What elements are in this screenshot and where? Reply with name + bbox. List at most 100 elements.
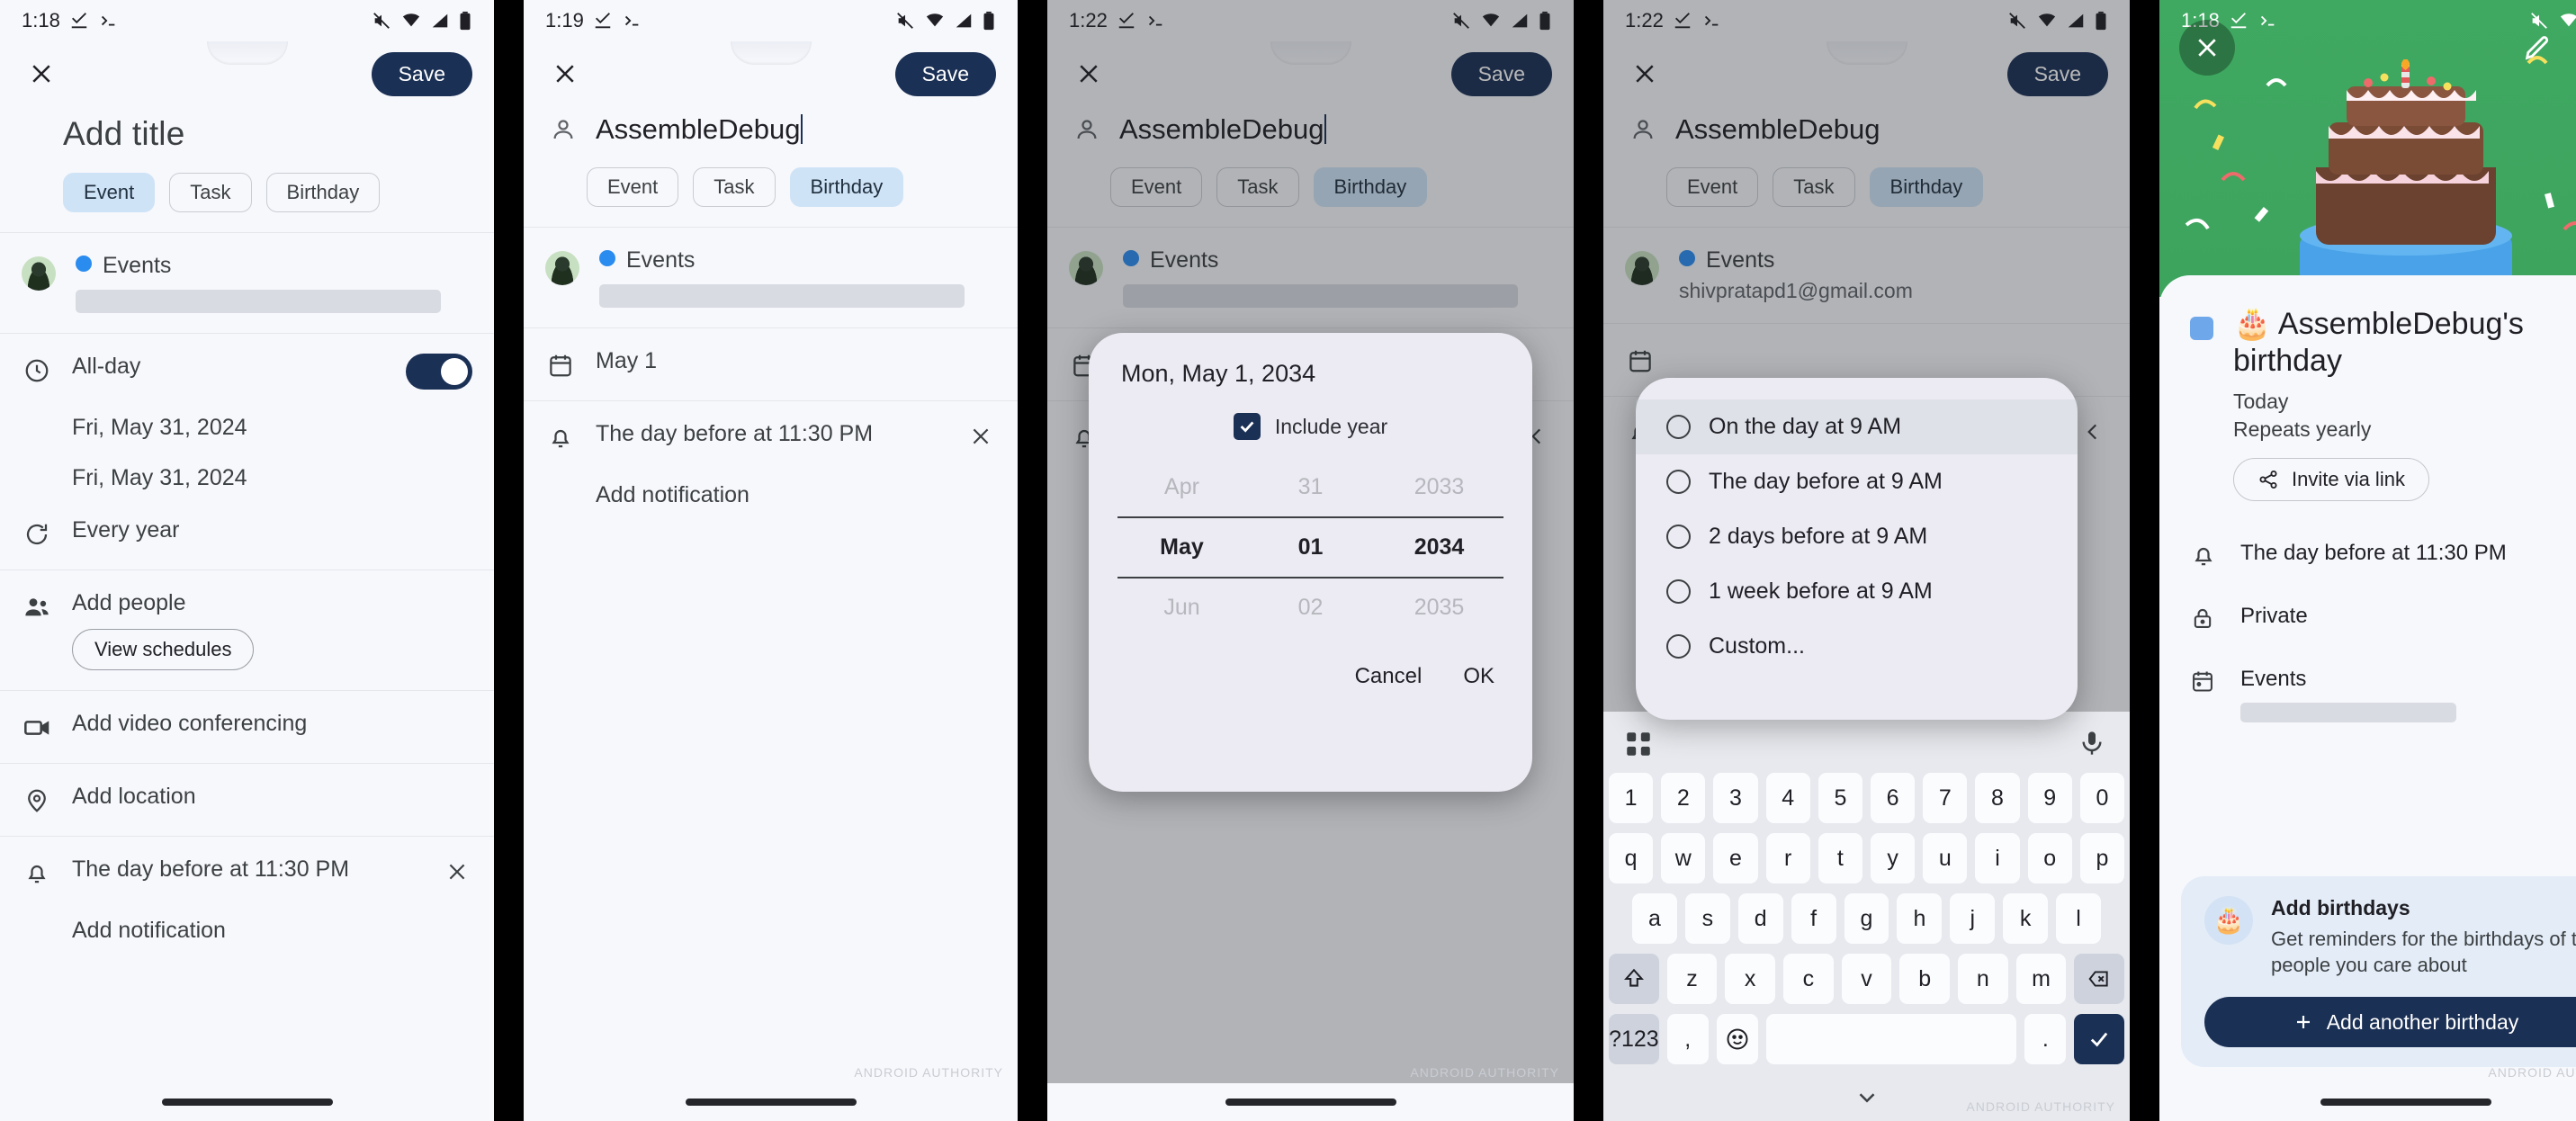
notification-option-on-the-day[interactable]: On the day at 9 AM: [1636, 399, 2078, 454]
home-indicator[interactable]: [1225, 1099, 1396, 1106]
radio-button[interactable]: [1666, 634, 1691, 659]
key-t[interactable]: t: [1818, 833, 1862, 883]
radio-button[interactable]: [1666, 525, 1691, 549]
all-day-row[interactable]: All-day: [0, 334, 494, 409]
include-year-checkbox[interactable]: [1233, 413, 1261, 440]
key-f[interactable]: f: [1791, 893, 1836, 944]
space-key[interactable]: [1765, 1014, 2017, 1064]
key-c[interactable]: c: [1783, 954, 1834, 1004]
event-calendar-row[interactable]: Events: [2190, 650, 2576, 739]
calendar-row[interactable]: Events: [0, 233, 494, 333]
qr-scan-icon[interactable]: [1623, 729, 1656, 761]
key-m[interactable]: m: [2015, 954, 2067, 1004]
key-x[interactable]: x: [1725, 954, 1775, 1004]
radio-button[interactable]: [1666, 415, 1691, 439]
notification-option-custom[interactable]: Custom...: [1636, 619, 2078, 674]
start-date-row[interactable]: Fri, May 31, 2024: [0, 409, 494, 456]
date-row[interactable]: May 1: [524, 328, 1018, 400]
recurrence-row[interactable]: Every year: [0, 508, 494, 569]
notification-option-2-days-before[interactable]: 2 days before at 9 AM: [1636, 509, 2078, 564]
year-spinner[interactable]: 2033 2034 2035: [1375, 458, 1503, 637]
save-button[interactable]: Save: [371, 51, 472, 96]
key-d[interactable]: d: [1737, 893, 1783, 944]
event-visibility-row[interactable]: Private: [2190, 587, 2576, 650]
shift-icon[interactable]: [1608, 954, 1659, 1004]
chip-birthday[interactable]: Birthday: [789, 167, 904, 207]
key-z[interactable]: z: [1666, 954, 1718, 1004]
chip-task[interactable]: Task: [693, 167, 776, 207]
view-schedules-button[interactable]: View schedules: [72, 629, 255, 670]
close-icon[interactable]: [545, 54, 585, 94]
event-notification-row[interactable]: The day before at 11:30 PM: [2190, 525, 2576, 587]
add-another-birthday-button[interactable]: Add another birthday: [2204, 997, 2576, 1047]
key-4[interactable]: 4: [1765, 773, 1810, 823]
key-p[interactable]: p: [2079, 833, 2125, 883]
save-button[interactable]: Save: [894, 51, 996, 96]
key-7[interactable]: 7: [1923, 773, 1968, 823]
key-q[interactable]: q: [1608, 833, 1654, 883]
title-input-wrap[interactable]: AssembleDebug: [596, 113, 803, 146]
key-u[interactable]: u: [1923, 833, 1968, 883]
radio-button[interactable]: [1666, 470, 1691, 494]
key-9[interactable]: 9: [2027, 773, 2072, 823]
key-v[interactable]: v: [1841, 954, 1892, 1004]
key-j[interactable]: j: [1950, 893, 1996, 944]
key-b[interactable]: b: [1899, 954, 1951, 1004]
people-row[interactable]: Add people View schedules: [0, 570, 494, 690]
period-key[interactable]: .: [2024, 1014, 2067, 1064]
end-date-row[interactable]: Fri, May 31, 2024: [0, 456, 494, 508]
chip-event[interactable]: Event: [587, 167, 679, 207]
microphone-icon[interactable]: [2078, 729, 2110, 761]
cancel-button[interactable]: Cancel: [1355, 664, 1423, 689]
key-1[interactable]: 1: [1608, 773, 1654, 823]
key-o[interactable]: o: [2027, 833, 2072, 883]
symbols-key[interactable]: ?123: [1609, 1014, 1659, 1064]
title-placeholder[interactable]: Add title: [63, 115, 472, 153]
key-l[interactable]: l: [2056, 893, 2102, 944]
month-spinner[interactable]: Apr May Jun: [1117, 458, 1246, 637]
remove-notification-icon[interactable]: [965, 421, 996, 452]
home-indicator[interactable]: [161, 1099, 333, 1106]
radio-button[interactable]: [1666, 579, 1691, 604]
key-h[interactable]: h: [1897, 893, 1943, 944]
key-k[interactable]: k: [2003, 893, 2049, 944]
key-5[interactable]: 5: [1818, 773, 1862, 823]
notification-row[interactable]: The day before at 11:30 PM: [524, 401, 1018, 473]
close-icon[interactable]: [22, 54, 61, 94]
comma-key[interactable]: ,: [1666, 1014, 1709, 1064]
key-w[interactable]: w: [1661, 833, 1706, 883]
location-row[interactable]: Add location: [0, 764, 494, 836]
all-day-toggle[interactable]: [406, 354, 472, 390]
video-conferencing-row[interactable]: Add video conferencing: [0, 691, 494, 763]
chip-event[interactable]: Event: [63, 173, 156, 212]
notification-option-day-before[interactable]: The day before at 9 AM: [1636, 454, 2078, 509]
emoji-icon[interactable]: [1716, 1014, 1758, 1064]
key-e[interactable]: e: [1713, 833, 1758, 883]
enter-key[interactable]: [2074, 1014, 2125, 1064]
notification-option-1-week-before[interactable]: 1 week before at 9 AM: [1636, 564, 2078, 619]
add-notification-button[interactable]: Add notification: [524, 473, 1018, 528]
invite-via-link-button[interactable]: Invite via link: [2233, 457, 2429, 501]
key-0[interactable]: 0: [2079, 773, 2125, 823]
ok-button[interactable]: OK: [1463, 664, 1494, 689]
key-n[interactable]: n: [1958, 954, 2008, 1004]
key-s[interactable]: s: [1684, 893, 1730, 944]
key-a[interactable]: a: [1632, 893, 1677, 944]
home-indicator[interactable]: [685, 1099, 857, 1106]
home-indicator[interactable]: [2320, 1099, 2491, 1106]
include-year-row[interactable]: Include year: [1089, 413, 1532, 440]
chip-task[interactable]: Task: [169, 173, 252, 212]
close-button[interactable]: [2179, 20, 2235, 76]
key-6[interactable]: 6: [1871, 773, 1916, 823]
calendar-row[interactable]: Events: [524, 228, 1018, 327]
chip-birthday[interactable]: Birthday: [265, 173, 381, 212]
key-8[interactable]: 8: [1975, 773, 2020, 823]
add-notification-button[interactable]: Add notification: [0, 909, 494, 964]
chevron-down-icon[interactable]: [1853, 1084, 1880, 1111]
backspace-icon[interactable]: [2074, 954, 2125, 1004]
key-g[interactable]: g: [1844, 893, 1889, 944]
notification-row[interactable]: The day before at 11:30 PM: [0, 837, 494, 909]
remove-notification-icon[interactable]: [442, 856, 472, 887]
key-i[interactable]: i: [1975, 833, 2020, 883]
day-spinner[interactable]: 31 01 02: [1246, 458, 1375, 637]
